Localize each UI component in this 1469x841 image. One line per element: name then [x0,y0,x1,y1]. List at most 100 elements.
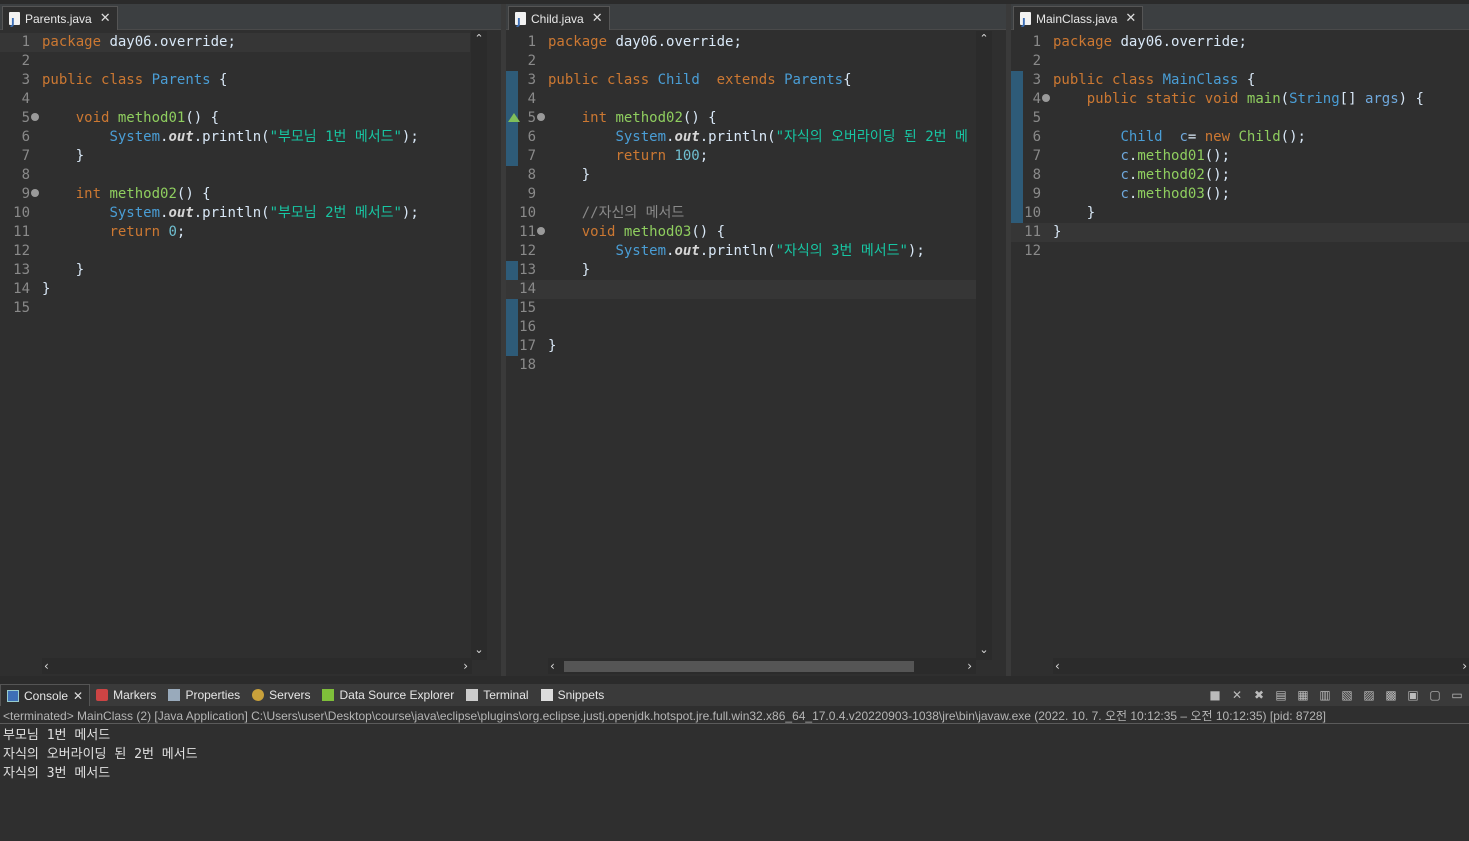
code-line[interactable]: 12 [1011,242,1469,261]
code-line[interactable]: 1 package day06.override; [0,33,470,52]
code-line[interactable]: 11 void method03() { [506,223,976,242]
clear-console-icon[interactable]: ▤ [1273,687,1289,703]
fold-toggle-icon[interactable] [537,113,545,121]
line-number: 16 [519,319,536,335]
code-line[interactable]: 18 [506,356,976,375]
tab-mainclass-java[interactable]: MainClass.java ✕ [1013,6,1144,35]
show-on-error-icon[interactable]: ▨ [1361,687,1377,703]
horizontal-scroll-thumb[interactable] [564,661,914,672]
code-line[interactable]: 5 void method01() { [0,109,470,128]
scroll-left-icon[interactable]: ‹ [550,659,555,673]
vertical-scrollbar[interactable]: ⌃ ⌄ [471,31,487,660]
code-line[interactable]: 13 } [506,261,976,280]
code-line[interactable]: 7 c.method01(); [1011,147,1469,166]
console-output[interactable]: 부모님 1번 메서드 자식의 오버라이딩 된 2번 메서드 자식의 3번 메서드 [3,726,198,783]
code-line[interactable]: 14 [506,280,976,299]
fold-toggle-icon[interactable] [31,189,39,197]
scroll-lock-icon[interactable]: ▦ [1295,687,1311,703]
scroll-right-icon[interactable]: › [1462,659,1467,673]
tab-terminal[interactable]: Terminal [460,684,534,706]
scroll-up-icon[interactable]: ⌃ [474,33,484,44]
code-line[interactable]: 6 Child c= new Child(); [1011,128,1469,147]
code-line[interactable]: 4 [506,90,976,109]
code-line[interactable]: 2 [506,52,976,71]
code-line[interactable]: 7 return 100; [506,147,976,166]
code-line[interactable]: 10 } [1011,204,1469,223]
pin-console-icon[interactable]: ▩ [1383,687,1399,703]
code-area[interactable]: 1 package day06.override; 2 3 public class C… [506,31,976,656]
scroll-right-icon[interactable]: › [967,659,972,673]
code-area[interactable]: 1 package day06.override; 2 3 public class P… [0,31,470,656]
code-line[interactable]: 8 [0,166,470,185]
remove-launch-icon[interactable]: ✕ [1229,687,1245,703]
code-line[interactable]: 3 public class MainClass { [1011,71,1469,90]
terminate-icon[interactable]: ■ [1207,687,1223,703]
close-icon[interactable]: ✕ [100,7,111,31]
tab-properties[interactable]: Properties [162,684,246,706]
code-line[interactable]: 1 package day06.override; [506,33,976,52]
code-line[interactable]: 10 //자신의 메서드 [506,204,976,223]
code-line[interactable]: 16 [506,318,976,337]
code-line[interactable]: 8 } [506,166,976,185]
code-line[interactable]: 11 return 0; [0,223,470,242]
code-line[interactable]: 10 System.out.println("부모님 2번 메서드"); [0,204,470,223]
tab-console[interactable]: Console ✕ [0,684,91,706]
scroll-down-icon[interactable]: ⌄ [979,644,989,655]
scroll-left-icon[interactable]: ‹ [44,659,49,673]
code-line[interactable]: 7 } [0,147,470,166]
code-line[interactable]: 11} [1011,223,1469,242]
tab-snippets[interactable]: Snippets [535,684,611,706]
word-wrap-icon[interactable]: ▥ [1317,687,1333,703]
code-line[interactable]: 15 [506,299,976,318]
vertical-scrollbar[interactable]: ⌃ ⌄ [976,31,992,660]
code-line[interactable]: 14} [0,280,470,299]
code-line[interactable]: 6 System.out.println("부모님 1번 메서드"); [0,128,470,147]
code-area[interactable]: 1 package day06.override; 2 3 public class M… [1011,31,1469,656]
tab-parents-java[interactable]: Parents.java ✕ [2,6,118,35]
code-line[interactable]: 15 [0,299,470,318]
code-line[interactable]: 4 [0,90,470,109]
tab-servers[interactable]: Servers [246,684,316,706]
code-line[interactable]: 5 int method02() { [506,109,976,128]
horizontal-scrollbar[interactable]: ‹ › [548,658,976,674]
tab-markers[interactable]: Markers [90,684,162,706]
fold-toggle-icon[interactable] [537,227,545,235]
remove-all-icon[interactable]: ✖ [1251,687,1267,703]
scroll-down-icon[interactable]: ⌄ [474,644,484,655]
override-marker-icon[interactable] [508,113,520,122]
scroll-up-icon[interactable]: ⌃ [979,33,989,44]
code-line[interactable]: 12 System.out.println("자식의 3번 메서드"); [506,242,976,261]
code-line[interactable]: 3 public class Parents { [0,71,470,90]
fold-toggle-icon[interactable] [31,113,39,121]
code-line[interactable]: 17} [506,337,976,356]
code-line[interactable]: 2 [0,52,470,71]
horizontal-scrollbar[interactable]: ‹ › [1053,658,1469,674]
close-icon[interactable]: ✕ [73,689,83,703]
display-console-icon[interactable]: ▣ [1405,687,1421,703]
line-number: 7 [1032,148,1041,164]
close-icon[interactable]: ✕ [1125,7,1136,31]
code-line[interactable]: 12 [0,242,470,261]
code-line[interactable]: 3 public class Child extends Parents{ [506,71,976,90]
show-on-output-icon[interactable]: ▧ [1339,687,1355,703]
minimize-icon[interactable]: ▭ [1449,687,1465,703]
scroll-right-icon[interactable]: › [463,659,468,673]
code-line[interactable]: 9 [506,185,976,204]
close-icon[interactable]: ✕ [592,7,603,31]
code-line[interactable]: 4 public static void main(String[] args)… [1011,90,1469,109]
tab-child-java[interactable]: Child.java ✕ [508,6,610,35]
code-line[interactable]: 1 package day06.override; [1011,33,1469,52]
scroll-left-icon[interactable]: ‹ [1055,659,1060,673]
tab-data-source-explorer[interactable]: Data Source Explorer [316,684,460,706]
code-line[interactable]: 6 System.out.println("자식의 오버라이딩 된 2번 메 [506,128,976,147]
horizontal-scrollbar[interactable]: ‹ › [42,658,472,674]
code-line[interactable]: 8 c.method02(); [1011,166,1469,185]
line-number: 13 [13,262,30,278]
code-line[interactable]: 9 c.method03(); [1011,185,1469,204]
fold-toggle-icon[interactable] [1042,94,1050,102]
code-line[interactable]: 5 [1011,109,1469,128]
open-console-icon[interactable]: ▢ [1427,687,1443,703]
code-line[interactable]: 13 } [0,261,470,280]
code-line[interactable]: 2 [1011,52,1469,71]
code-line[interactable]: 9 int method02() { [0,185,470,204]
